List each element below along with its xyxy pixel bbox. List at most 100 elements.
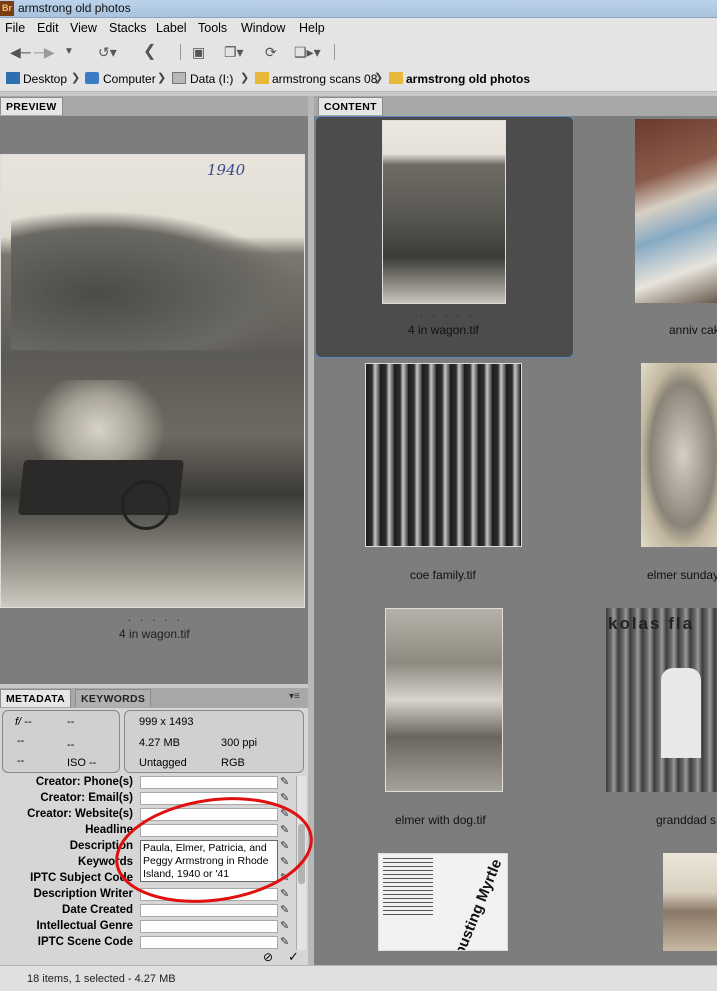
status-text: 18 items, 1 selected - 4.27 MB (27, 973, 176, 985)
desktop-icon (6, 72, 20, 84)
creator-phone-field[interactable] (140, 776, 278, 789)
toolbar: ◀─ ─▶ ▼ ↺▾ ❮ ▣ ❐▾ ⟳ ❑▸▾ (0, 38, 717, 66)
iptc-scene-code-field[interactable] (140, 936, 278, 949)
resolution-value: 300 ppi (221, 737, 258, 749)
output-icon[interactable]: ❑▸▾ (294, 42, 321, 62)
focal-value: -- (17, 755, 25, 767)
clipping-headline: busting Myrtle (451, 856, 506, 951)
menu-file[interactable]: File (5, 21, 25, 35)
thumbnail-4-in-wagon[interactable]: . . . . . 4 in wagon.tif (315, 116, 574, 358)
field-label: IPTC Scene Code (37, 936, 133, 948)
crumb-desktop[interactable]: Desktop (23, 72, 67, 86)
thumb-rating-dots[interactable]: . . . . . (420, 307, 475, 319)
preview-tabstrip: PREVIEW (0, 96, 308, 116)
thumb-label: elmer sunday (647, 568, 717, 582)
folder-icon (255, 72, 269, 84)
menu-stacks[interactable]: Stacks (109, 21, 147, 35)
computer-icon (85, 72, 99, 84)
thumb-clipping-image[interactable]: busting Myrtle (378, 853, 508, 951)
back-arrow-icon[interactable]: ◀─ (10, 42, 31, 62)
crumb-current-folder[interactable]: armstrong old photos (406, 72, 530, 86)
thumb-label: coe family.tif (410, 568, 476, 582)
metadata-tabstrip: METADATA KEYWORDS ▾≡ (0, 688, 308, 708)
menu-tools[interactable]: Tools (198, 21, 227, 35)
path-bar: Desktop ❯ Computer ❯ Data (I:) ❯ armstro… (0, 66, 717, 92)
clipping-text-lines (383, 858, 433, 918)
crumb-computer[interactable]: Computer (103, 72, 156, 86)
pencil-icon[interactable]: ✎ (280, 775, 289, 788)
pencil-icon[interactable]: ✎ (280, 935, 289, 948)
exposure-value: -- (17, 735, 25, 747)
shutter-value: -- (67, 716, 75, 728)
tab-metadata[interactable]: METADATA (0, 689, 71, 707)
chevron-right-icon[interactable]: ❯ (240, 71, 249, 84)
apply-checkmark-icon[interactable]: ✓ (288, 949, 299, 965)
thumb-coe-family-image[interactable] (365, 363, 522, 547)
thumb-image (382, 120, 506, 304)
preview-panel: 1940 . . . . . 4 in wagon.tif (0, 116, 308, 684)
thumb-label: elmer with dog.tif (395, 813, 486, 827)
title-bar: Br armstrong old photos (0, 0, 717, 18)
tab-keywords[interactable]: KEYWORDS (75, 689, 152, 707)
menu-bar: File Edit View Stacks Label Tools Window… (0, 18, 717, 38)
panel-menu-icon[interactable]: ▾≡ (289, 691, 300, 702)
label-value: Untagged (139, 757, 187, 769)
menu-edit[interactable]: Edit (37, 21, 59, 35)
store-sign: kolas fla (608, 614, 695, 633)
toolbar-divider-2 (334, 44, 335, 60)
thumb-elmer-sunday-image[interactable] (641, 363, 717, 547)
thumb-label: 4 in wagon.tif (408, 323, 479, 337)
forward-arrow-icon[interactable]: ─▶ (34, 42, 55, 62)
camera-icon[interactable]: ▣ (192, 42, 205, 62)
crumb-armstrong-scans[interactable]: armstrong scans 08 (272, 72, 377, 86)
menu-view[interactable]: View (70, 21, 97, 35)
metadata-panel: f/ -- -- -- -- -- ISO -- 999 x 1493 4.27… (0, 708, 313, 965)
toolbar-divider (180, 44, 181, 60)
crumb-drive[interactable]: Data (I:) (190, 72, 233, 86)
thumb-label: granddad s (656, 813, 717, 827)
chevron-right-icon[interactable]: ❯ (71, 71, 80, 84)
reveal-recent-icon[interactable]: ↺▾ (98, 42, 117, 62)
recent-dropdown-icon[interactable]: ▼ (64, 42, 74, 62)
chevron-right-icon[interactable]: ❯ (157, 71, 166, 84)
dimensions-value: 999 x 1493 (139, 716, 194, 728)
tree-silhouette (11, 210, 301, 350)
wagon-wheel (121, 480, 171, 530)
menu-label[interactable]: Label (156, 21, 187, 35)
photo-year-note: 1940 (207, 161, 246, 179)
window-title: armstrong old photos (18, 1, 131, 15)
field-label: Intellectual Genre (36, 920, 133, 932)
preview-filename: 4 in wagon.tif (119, 627, 190, 641)
pencil-icon[interactable]: ✎ (280, 919, 289, 932)
content-panel: . . . . . 4 in wagon.tif anniv cak coe f… (314, 116, 717, 965)
chevron-right-icon[interactable]: ❯ (374, 71, 383, 84)
color-mode-value: RGB (221, 757, 245, 769)
camera-data-box: f/ -- -- -- -- -- ISO -- (2, 710, 120, 773)
filesize-value: 4.27 MB (139, 737, 180, 749)
thumb-anniv-cake-image[interactable] (635, 119, 717, 303)
rotate-icon[interactable]: ⟳ (265, 42, 277, 62)
metering-value: -- (67, 739, 75, 751)
refine-icon[interactable]: ❐▾ (224, 42, 244, 62)
thumb-elmer-with-dog-image[interactable] (385, 608, 503, 792)
intellectual-genre-field[interactable] (140, 920, 278, 933)
iso-value: ISO -- (67, 757, 97, 769)
aperture-value: f/ -- (15, 716, 32, 728)
rating-dots[interactable]: . . . . . (128, 612, 183, 624)
drive-icon (172, 72, 186, 84)
preview-image[interactable]: 1940 (0, 154, 305, 608)
field-label: Creator: Phone(s) (35, 776, 133, 788)
tab-preview[interactable]: PREVIEW (0, 97, 63, 115)
thumb-granddad-image[interactable]: kolas fla (606, 608, 717, 792)
content-tabstrip: CONTENT (314, 96, 717, 116)
tab-content[interactable]: CONTENT (318, 97, 383, 115)
thumb-house-image[interactable] (663, 853, 717, 951)
boomerang-icon[interactable]: ❮ (143, 42, 156, 62)
cancel-icon[interactable]: ⊘ (263, 950, 273, 964)
folder-icon (389, 72, 403, 84)
status-bar: 18 items, 1 selected - 4.27 MB (0, 965, 717, 991)
figure-white-coat (661, 668, 701, 758)
menu-help[interactable]: Help (299, 21, 325, 35)
menu-window[interactable]: Window (241, 21, 285, 35)
file-data-box: 999 x 1493 4.27 MB 300 ppi Untagged RGB (124, 710, 304, 773)
